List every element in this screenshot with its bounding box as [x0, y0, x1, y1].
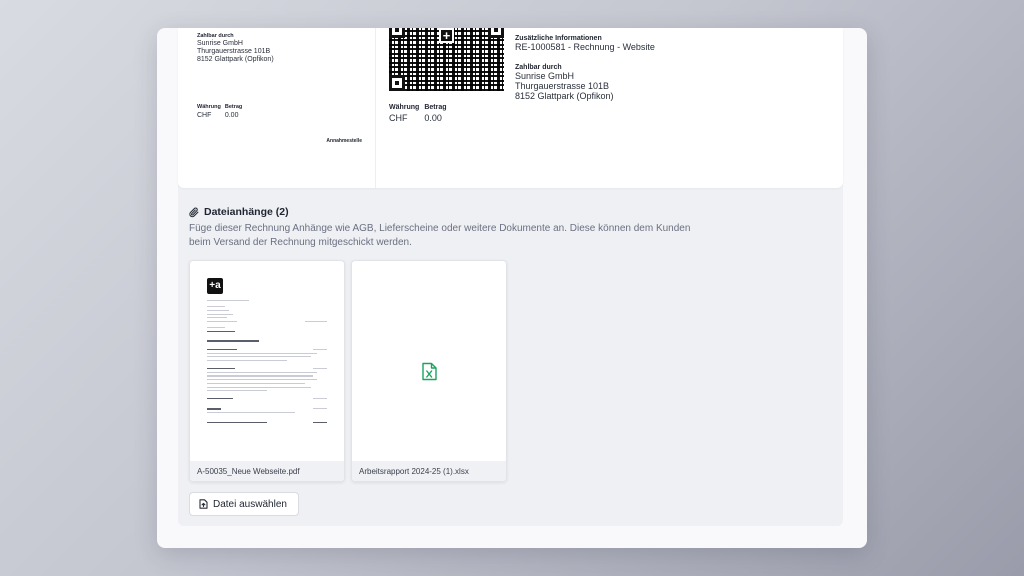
qr-finder-pattern — [389, 75, 405, 91]
invoice-panel: Zahlbar durch Sunrise GmbH Thurgauerstra… — [178, 28, 843, 526]
receipt-amount-label: Betrag — [224, 104, 243, 110]
company-logo: +a — [207, 278, 223, 294]
attachments-header: Dateianhänge (2) — [189, 206, 289, 218]
payment-currency: CHF — [389, 113, 408, 123]
payment-info-value: RE-1000581 - Rechnung - Website — [515, 42, 655, 52]
receipt-payable-by: Zahlbar durch Sunrise GmbH Thurgauerstra… — [197, 33, 274, 64]
xlsx-file-icon — [422, 362, 437, 381]
select-file-label: Datei auswählen — [213, 498, 287, 510]
swiss-qr-code: + — [389, 28, 504, 91]
payment-info-label: Zusätzliche Informationen — [515, 35, 602, 42]
payment-payable-by: Zahlbar durch Sunrise GmbH Thurgauerstra… — [515, 64, 614, 101]
payment-amount: Währung CHF Betrag 0.00 — [389, 104, 447, 123]
payment-payer-name: Sunrise GmbH — [515, 71, 575, 81]
invoice-window: Zahlbar durch Sunrise GmbH Thurgauerstra… — [157, 28, 867, 548]
receipt-section: Zahlbar durch Sunrise GmbH Thurgauerstra… — [178, 28, 376, 188]
receipt-amount: Währung CHF Betrag 0.00 — [197, 104, 242, 120]
attachments-description: Füge dieser Rechnung Anhänge wie AGB, Li… — [189, 223, 691, 248]
attachment-card-pdf[interactable]: +a A-50035_Neue Webseite.pdf — [189, 260, 345, 482]
qr-finder-pattern — [488, 28, 504, 38]
payment-amount-value: 0.00 — [424, 113, 442, 123]
receipt-currency: CHF — [197, 112, 212, 119]
pdf-thumbnail: +a — [190, 261, 344, 461]
payment-amount-label: Betrag — [424, 104, 447, 111]
swiss-cross-icon: + — [439, 28, 454, 43]
receipt-payer-city: 8152 Glattpark (Opfikon) — [197, 56, 274, 63]
payment-payer-street: Thurgauerstrasse 101B — [515, 81, 610, 91]
paperclip-icon — [189, 207, 199, 217]
payment-payable-label: Zahlbar durch — [515, 64, 562, 71]
qr-finder-pattern — [389, 28, 405, 38]
receipt-amount-value: 0.00 — [224, 112, 239, 119]
receipt-payer-name: Sunrise GmbH — [197, 40, 243, 47]
attachment-filename: Arbeitsrapport 2024-25 (1).xlsx — [352, 461, 506, 481]
attachment-card-xlsx[interactable]: Arbeitsrapport 2024-25 (1).xlsx — [351, 260, 507, 482]
payment-currency-label: Währung — [389, 104, 420, 111]
payment-payer-city: 8152 Glattpark (Opfikon) — [515, 91, 614, 101]
receipt-acceptance-point: Annahmestelle — [326, 138, 362, 144]
qr-bill-card: Zahlbar durch Sunrise GmbH Thurgauerstra… — [178, 28, 843, 188]
attachments-title: Dateianhänge (2) — [204, 206, 289, 218]
receipt-currency-label: Währung — [197, 104, 221, 110]
receipt-payable-label: Zahlbar durch — [197, 33, 234, 39]
select-file-button[interactable]: Datei auswählen — [189, 492, 299, 516]
receipt-payer-street: Thurgauerstrasse 101B — [197, 48, 271, 55]
file-upload-icon — [199, 499, 208, 509]
attachment-filename: A-50035_Neue Webseite.pdf — [190, 461, 344, 481]
payment-additional-info: Zusätzliche Informationen RE-1000581 - R… — [515, 35, 655, 52]
